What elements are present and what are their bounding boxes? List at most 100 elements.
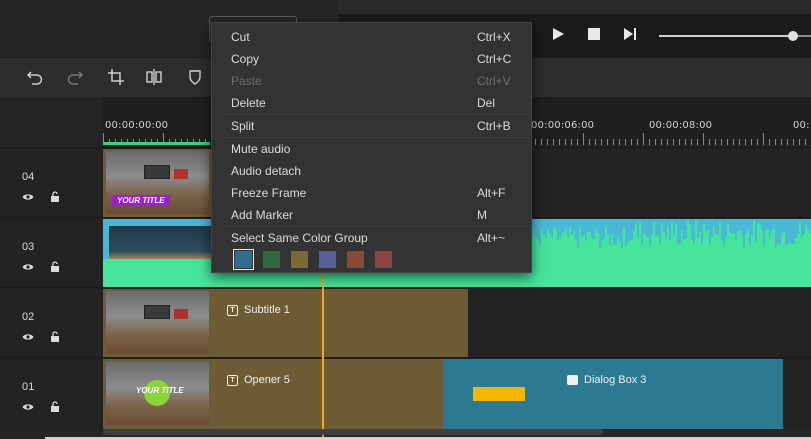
waveform-bar	[639, 221, 641, 259]
menu-item-label: Select Same Color Group	[231, 231, 368, 245]
clip-title: T Opener 5	[227, 374, 290, 386]
menu-item-copy[interactable]: Copy Ctrl+C	[231, 49, 521, 69]
shield-icon[interactable]	[186, 68, 204, 86]
waveform-bar	[661, 223, 663, 259]
waveform-bar	[773, 227, 775, 259]
menu-item-add-marker[interactable]: Add Marker M	[231, 205, 521, 225]
lock-icon[interactable]	[50, 261, 60, 273]
waveform-bar	[729, 231, 731, 259]
color-swatch[interactable]	[263, 251, 280, 268]
waveform-bar	[749, 244, 751, 259]
horizontal-scrollbar[interactable]	[103, 429, 603, 435]
stop-icon[interactable]	[586, 26, 602, 42]
waveform-bar	[757, 223, 759, 259]
waveform-bar	[569, 227, 571, 259]
waveform-bar	[709, 244, 711, 259]
menu-item-label: Mute audio	[231, 142, 291, 156]
seek-bar[interactable]	[659, 35, 794, 37]
waveform-bar	[591, 237, 593, 259]
waveform-bar	[623, 227, 625, 259]
color-swatch[interactable]	[319, 251, 336, 268]
waveform-bar	[635, 223, 637, 259]
subtitle-clip[interactable]: T Subtitle 1	[103, 289, 468, 357]
play-icon[interactable]	[550, 26, 566, 42]
eye-icon[interactable]	[22, 192, 34, 202]
menu-item-label: Copy	[231, 52, 260, 66]
menu-item-select-same-color-group[interactable]: Select Same Color Group Alt+~	[231, 228, 521, 248]
waveform-bar	[753, 220, 755, 259]
waveform-bar	[665, 237, 667, 259]
split-mirror-icon[interactable]	[145, 68, 163, 86]
eye-icon[interactable]	[22, 262, 34, 272]
waveform-bar	[737, 231, 739, 259]
waveform-bar	[659, 243, 661, 259]
menu-item-mute-audio[interactable]: Mute audio	[231, 139, 521, 159]
waveform-bar	[651, 234, 653, 259]
menu-item-freeze-frame[interactable]: Freeze Frame Alt+F	[231, 183, 521, 203]
color-swatch[interactable]	[347, 251, 364, 268]
waveform-bar	[603, 238, 605, 259]
eye-icon[interactable]	[22, 332, 34, 342]
title-badge: YOUR TITLE	[112, 195, 170, 206]
waveform-bar	[677, 244, 679, 259]
color-swatch[interactable]	[291, 251, 308, 268]
lock-icon[interactable]	[50, 331, 60, 343]
menu-item-audio-detach[interactable]: Audio detach	[231, 161, 521, 181]
waveform-bar	[717, 234, 719, 259]
menu-item-shortcut: Alt+F	[477, 186, 506, 200]
waveform-bar	[613, 245, 615, 259]
waveform-bar	[715, 234, 717, 259]
waveform-bar	[565, 228, 567, 259]
waveform-bar	[577, 247, 579, 259]
menu-item-label: Audio detach	[231, 164, 302, 178]
waveform-bar	[561, 233, 563, 259]
opener-clip[interactable]: YOUR TITLE T Opener 5	[103, 359, 443, 429]
waveform-bar	[795, 238, 797, 259]
dialog-box-clip[interactable]: Dialog Box 3	[443, 359, 783, 429]
menu-item-split[interactable]: Split Ctrl+B	[231, 116, 521, 136]
waveform-bar	[697, 237, 699, 259]
menu-item-paste: Paste Ctrl+V	[231, 71, 521, 91]
waveform-bar	[549, 234, 551, 259]
clip-title: T Subtitle 1	[227, 304, 290, 316]
menu-item-delete[interactable]: Delete Del	[231, 93, 521, 113]
menu-item-cut[interactable]: Cut Ctrl+X	[231, 27, 521, 47]
waveform-bar	[741, 233, 743, 259]
waveform-bar	[597, 233, 599, 259]
lock-icon[interactable]	[50, 191, 60, 203]
menu-item-shortcut: Ctrl+B	[477, 119, 511, 133]
waveform-bar	[695, 220, 697, 259]
eye-icon[interactable]	[22, 402, 34, 412]
lock-icon[interactable]	[50, 401, 60, 413]
waveform-bar	[687, 221, 689, 259]
waveform-bar	[653, 221, 655, 259]
crop-icon[interactable]	[107, 68, 125, 86]
waveform-bar	[689, 224, 691, 259]
color-swatch[interactable]	[233, 249, 254, 270]
waveform-bar	[739, 230, 741, 259]
undo-icon[interactable]	[26, 68, 44, 86]
waveform-bar	[711, 236, 713, 259]
waveform-bar	[673, 236, 675, 259]
color-swatch[interactable]	[375, 251, 392, 268]
waveform-bar	[783, 232, 785, 259]
redo-icon[interactable]	[66, 68, 84, 86]
waveform-bar	[751, 234, 753, 259]
waveform-bar	[713, 225, 715, 259]
menu-item-shortcut: Del	[477, 96, 496, 110]
waveform-bar	[627, 241, 629, 259]
waveform-bar	[563, 231, 565, 259]
clip-thumbnail: YOUR TITLE	[106, 151, 209, 214]
waveform-bar	[787, 244, 789, 259]
track-label: 03	[22, 241, 35, 253]
waveform-bar	[785, 244, 787, 259]
menu-item-shortcut: Ctrl+C	[477, 52, 512, 66]
menu-item-label: Freeze Frame	[231, 186, 307, 200]
waveform-bar	[543, 234, 545, 259]
video-clip[interactable]: YOUR TITLE	[103, 149, 211, 217]
clip-title-text: Opener 5	[244, 374, 290, 386]
menu-separator	[224, 137, 529, 138]
next-frame-icon[interactable]	[622, 26, 638, 42]
seek-knob[interactable]	[788, 31, 798, 41]
waveform-bar	[645, 235, 647, 259]
